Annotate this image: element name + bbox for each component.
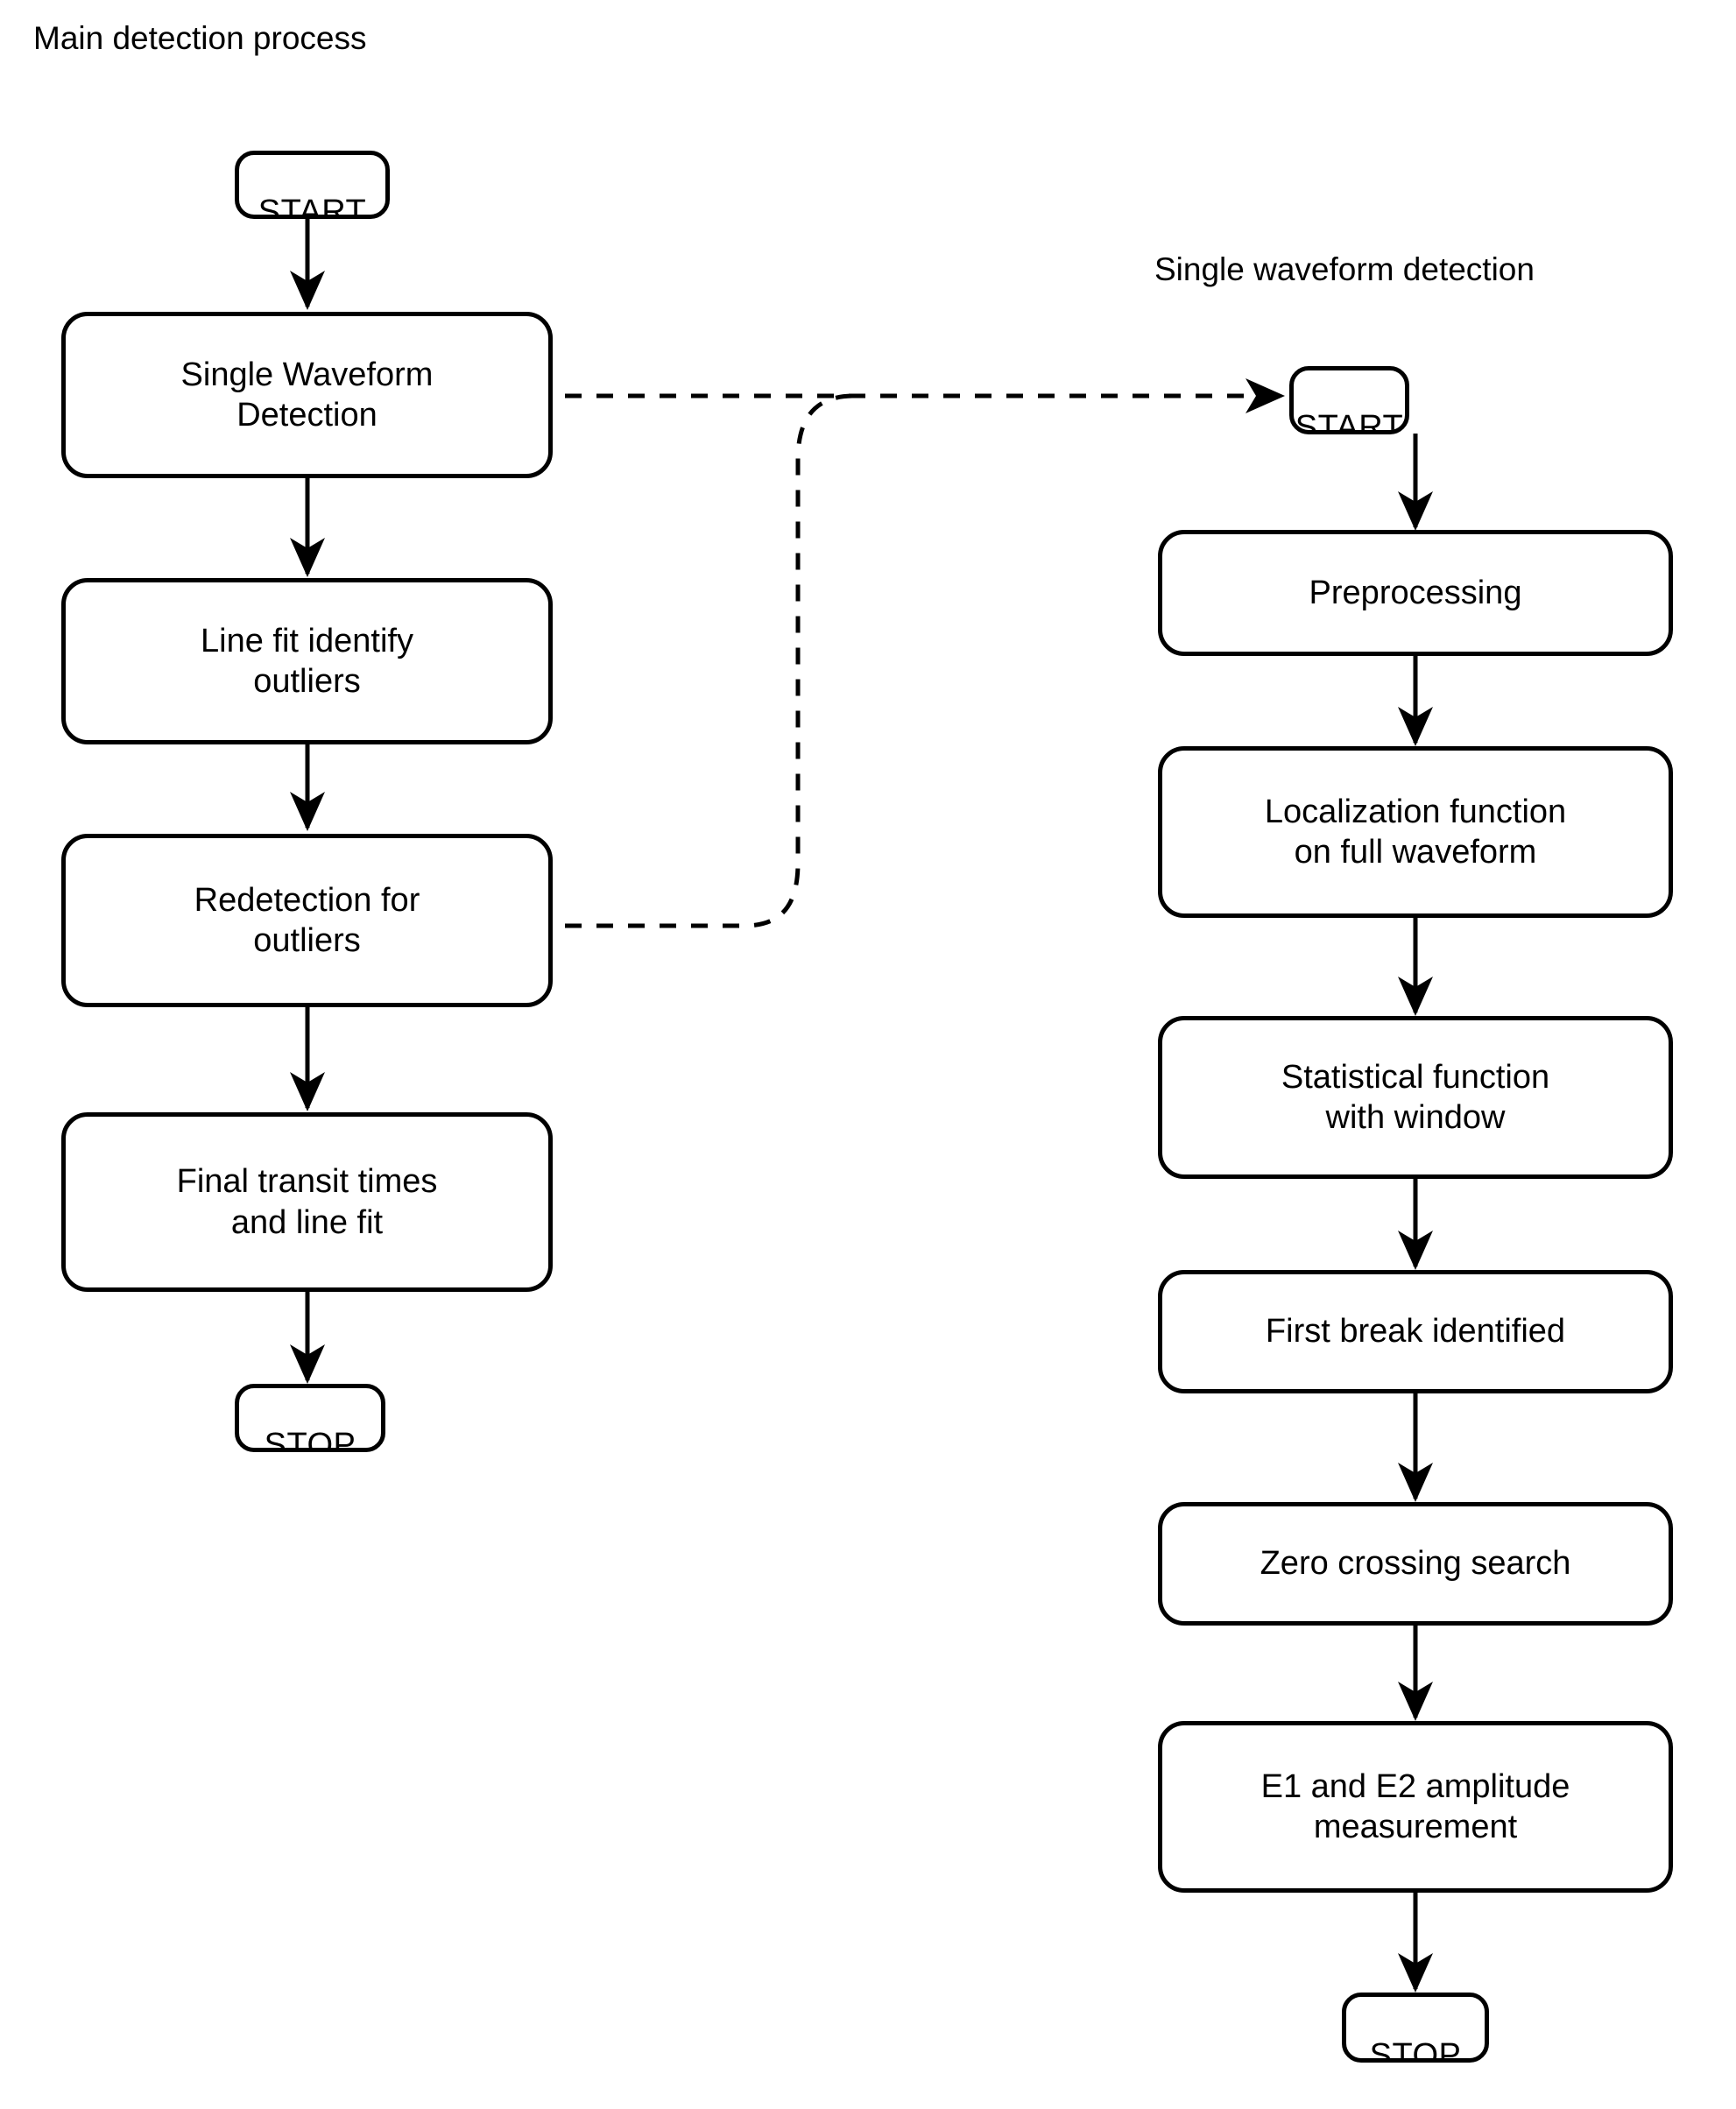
node-line-fit-identify-outliers-line2: outliers xyxy=(253,663,361,700)
node-line-fit-identify-outliers-line1: Line fit identify xyxy=(201,622,413,660)
node-final-transit-times-and-line-fit[interactable]: Final transit times and line fit xyxy=(61,1112,553,1292)
left-start-terminator[interactable]: START xyxy=(235,151,390,219)
left-stop-label: STOP xyxy=(264,1427,356,1452)
node-preprocessing-line1: Preprocessing xyxy=(1309,574,1522,611)
right-start-terminator[interactable]: START xyxy=(1289,366,1409,434)
left-start-label: START xyxy=(258,194,367,219)
node-e1-and-e2-amplitude-measurement[interactable]: E1 and E2 amplitude measurement xyxy=(1158,1721,1673,1893)
node-final-transit-times-line1: Final transit times xyxy=(176,1163,438,1201)
node-first-break-identified[interactable]: First break identified xyxy=(1158,1270,1673,1393)
node-redetection-for-outliers[interactable]: Redetection for outliers xyxy=(61,834,553,1007)
node-redetection-for-outliers-line2: outliers xyxy=(253,922,361,959)
right-stop-label: STOP xyxy=(1369,2037,1462,2063)
node-zero-crossing-search[interactable]: Zero crossing search xyxy=(1158,1502,1673,1626)
flowchart-canvas: Main detection process Single waveform d… xyxy=(0,0,1736,2109)
right-start-label: START xyxy=(1295,409,1404,434)
node-localization-line2: on full waveform xyxy=(1294,834,1537,871)
single-waveform-detection-title: Single waveform detection xyxy=(1154,251,1535,287)
node-single-waveform-detection[interactable]: Single Waveform Detection xyxy=(61,312,553,478)
node-preprocessing[interactable]: Preprocessing xyxy=(1158,530,1673,656)
right-stop-terminator[interactable]: STOP xyxy=(1342,1993,1489,2063)
left-stop-terminator[interactable]: STOP xyxy=(235,1384,385,1452)
node-single-waveform-detection-line1: Single Waveform xyxy=(180,356,434,393)
node-statistical-line2: with window xyxy=(1325,1099,1506,1136)
node-line-fit-identify-outliers[interactable]: Line fit identify outliers xyxy=(61,578,553,744)
node-zero-crossing-line1: Zero crossing search xyxy=(1260,1545,1571,1583)
node-redetection-for-outliers-line1: Redetection for xyxy=(194,881,420,919)
node-first-break-line1: First break identified xyxy=(1265,1313,1566,1351)
dashed-return-link xyxy=(565,393,855,928)
node-e1e2-line2: measurement xyxy=(1313,1809,1518,1845)
node-final-transit-times-line2: and line fit xyxy=(230,1203,384,1241)
node-statistical-line1: Statistical function xyxy=(1281,1058,1550,1096)
main-process-title: Main detection process xyxy=(33,20,367,56)
node-e1e2-line1: E1 and E2 amplitude xyxy=(1260,1767,1570,1805)
node-statistical-function-with-window[interactable]: Statistical function with window xyxy=(1158,1016,1673,1179)
node-localization-line1: Localization function xyxy=(1264,793,1567,830)
node-single-waveform-detection-line2: Detection xyxy=(236,397,378,434)
node-localization-function-on-full-waveform[interactable]: Localization function on full waveform xyxy=(1158,746,1673,918)
